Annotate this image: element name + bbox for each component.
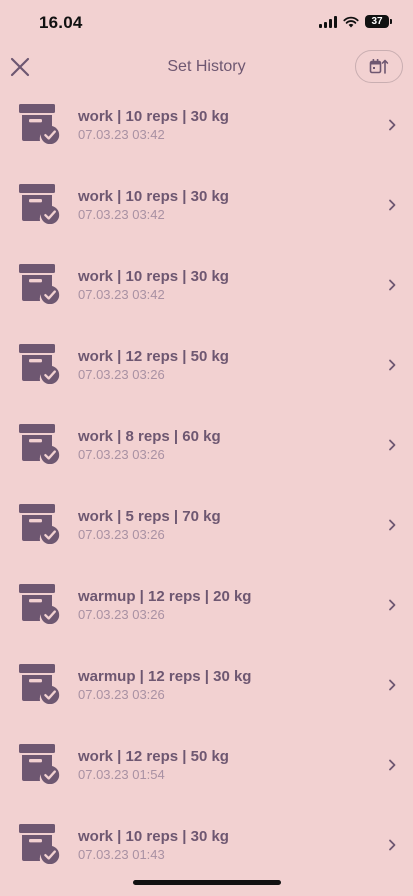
archive-check-icon [18,742,60,785]
archive-check-icon [18,422,60,465]
battery-icon: 37 [365,15,392,28]
list-item-title: work | 5 reps | 70 kg [78,508,221,525]
home-indicator [133,880,281,885]
chevron-right-icon [387,278,397,291]
list-item[interactable]: work | 10 reps | 30 kg 07.03.23 03:42 [0,96,413,176]
list-item-timestamp: 07.03.23 03:26 [78,687,165,702]
list-item-timestamp: 07.03.23 03:26 [78,367,165,382]
archive-check-icon [18,102,60,145]
archive-check-icon [18,182,60,225]
nav-bar: Set History [0,46,413,90]
list-item-timestamp: 07.03.23 03:42 [78,207,165,222]
wifi-icon [343,16,359,27]
list-item-title: work | 12 reps | 50 kg [78,748,229,765]
chevron-right-icon [387,838,397,851]
archive-check-icon [18,262,60,305]
list-item-title: work | 10 reps | 30 kg [78,108,229,125]
list-item-title: work | 10 reps | 30 kg [78,268,229,285]
page-title: Set History [167,58,246,75]
list-item-timestamp: 07.03.23 03:26 [78,527,165,542]
calendar-sort-icon [369,58,389,74]
chevron-right-icon [387,438,397,451]
battery-level: 37 [371,16,383,27]
list-item[interactable]: work | 12 reps | 50 kg 07.03.23 03:26 [0,336,413,416]
sort-by-date-button[interactable] [355,50,403,83]
status-bar: 16.04 37 [0,0,413,46]
list-item-title: work | 12 reps | 50 kg [78,348,229,365]
chevron-right-icon [387,358,397,371]
list-item[interactable]: work | 12 reps | 50 kg 07.03.23 01:54 [0,736,413,816]
set-history-list: work | 10 reps | 30 kg 07.03.23 03:42 wo… [0,96,413,896]
archive-check-icon [18,582,60,625]
chevron-right-icon [387,598,397,611]
list-item-timestamp: 07.03.23 03:26 [78,447,165,462]
archive-check-icon [18,822,60,865]
cellular-signal-icon [319,15,337,28]
list-item-timestamp: 07.03.23 03:26 [78,607,165,622]
status-time: 16.04 [39,13,83,32]
list-item-title: warmup | 12 reps | 20 kg [78,588,252,605]
list-item-timestamp: 07.03.23 01:43 [78,847,165,862]
list-item[interactable]: work | 10 reps | 30 kg 07.03.23 03:42 [0,256,413,336]
list-item-title: work | 10 reps | 30 kg [78,188,229,205]
status-icons: 37 [319,15,392,28]
list-item[interactable]: warmup | 12 reps | 20 kg 07.03.23 03:26 [0,576,413,656]
list-item[interactable]: work | 5 reps | 70 kg 07.03.23 03:26 [0,496,413,576]
list-item-timestamp: 07.03.23 03:42 [78,127,165,142]
list-item[interactable]: warmup | 12 reps | 30 kg 07.03.23 03:26 [0,656,413,736]
list-item[interactable]: work | 8 reps | 60 kg 07.03.23 03:26 [0,416,413,496]
list-item-timestamp: 07.03.23 01:54 [78,767,165,782]
list-item[interactable]: work | 10 reps | 30 kg 07.03.23 03:42 [0,176,413,256]
chevron-right-icon [387,198,397,211]
archive-check-icon [18,342,60,385]
chevron-right-icon [387,758,397,771]
list-item-title: work | 10 reps | 30 kg [78,828,229,845]
chevron-right-icon [387,678,397,691]
archive-check-icon [18,662,60,705]
list-item-timestamp: 07.03.23 03:42 [78,287,165,302]
list-item-title: warmup | 12 reps | 30 kg [78,668,252,685]
chevron-right-icon [387,118,397,131]
archive-check-icon [18,502,60,545]
chevron-right-icon [387,518,397,531]
list-item-title: work | 8 reps | 60 kg [78,428,221,445]
